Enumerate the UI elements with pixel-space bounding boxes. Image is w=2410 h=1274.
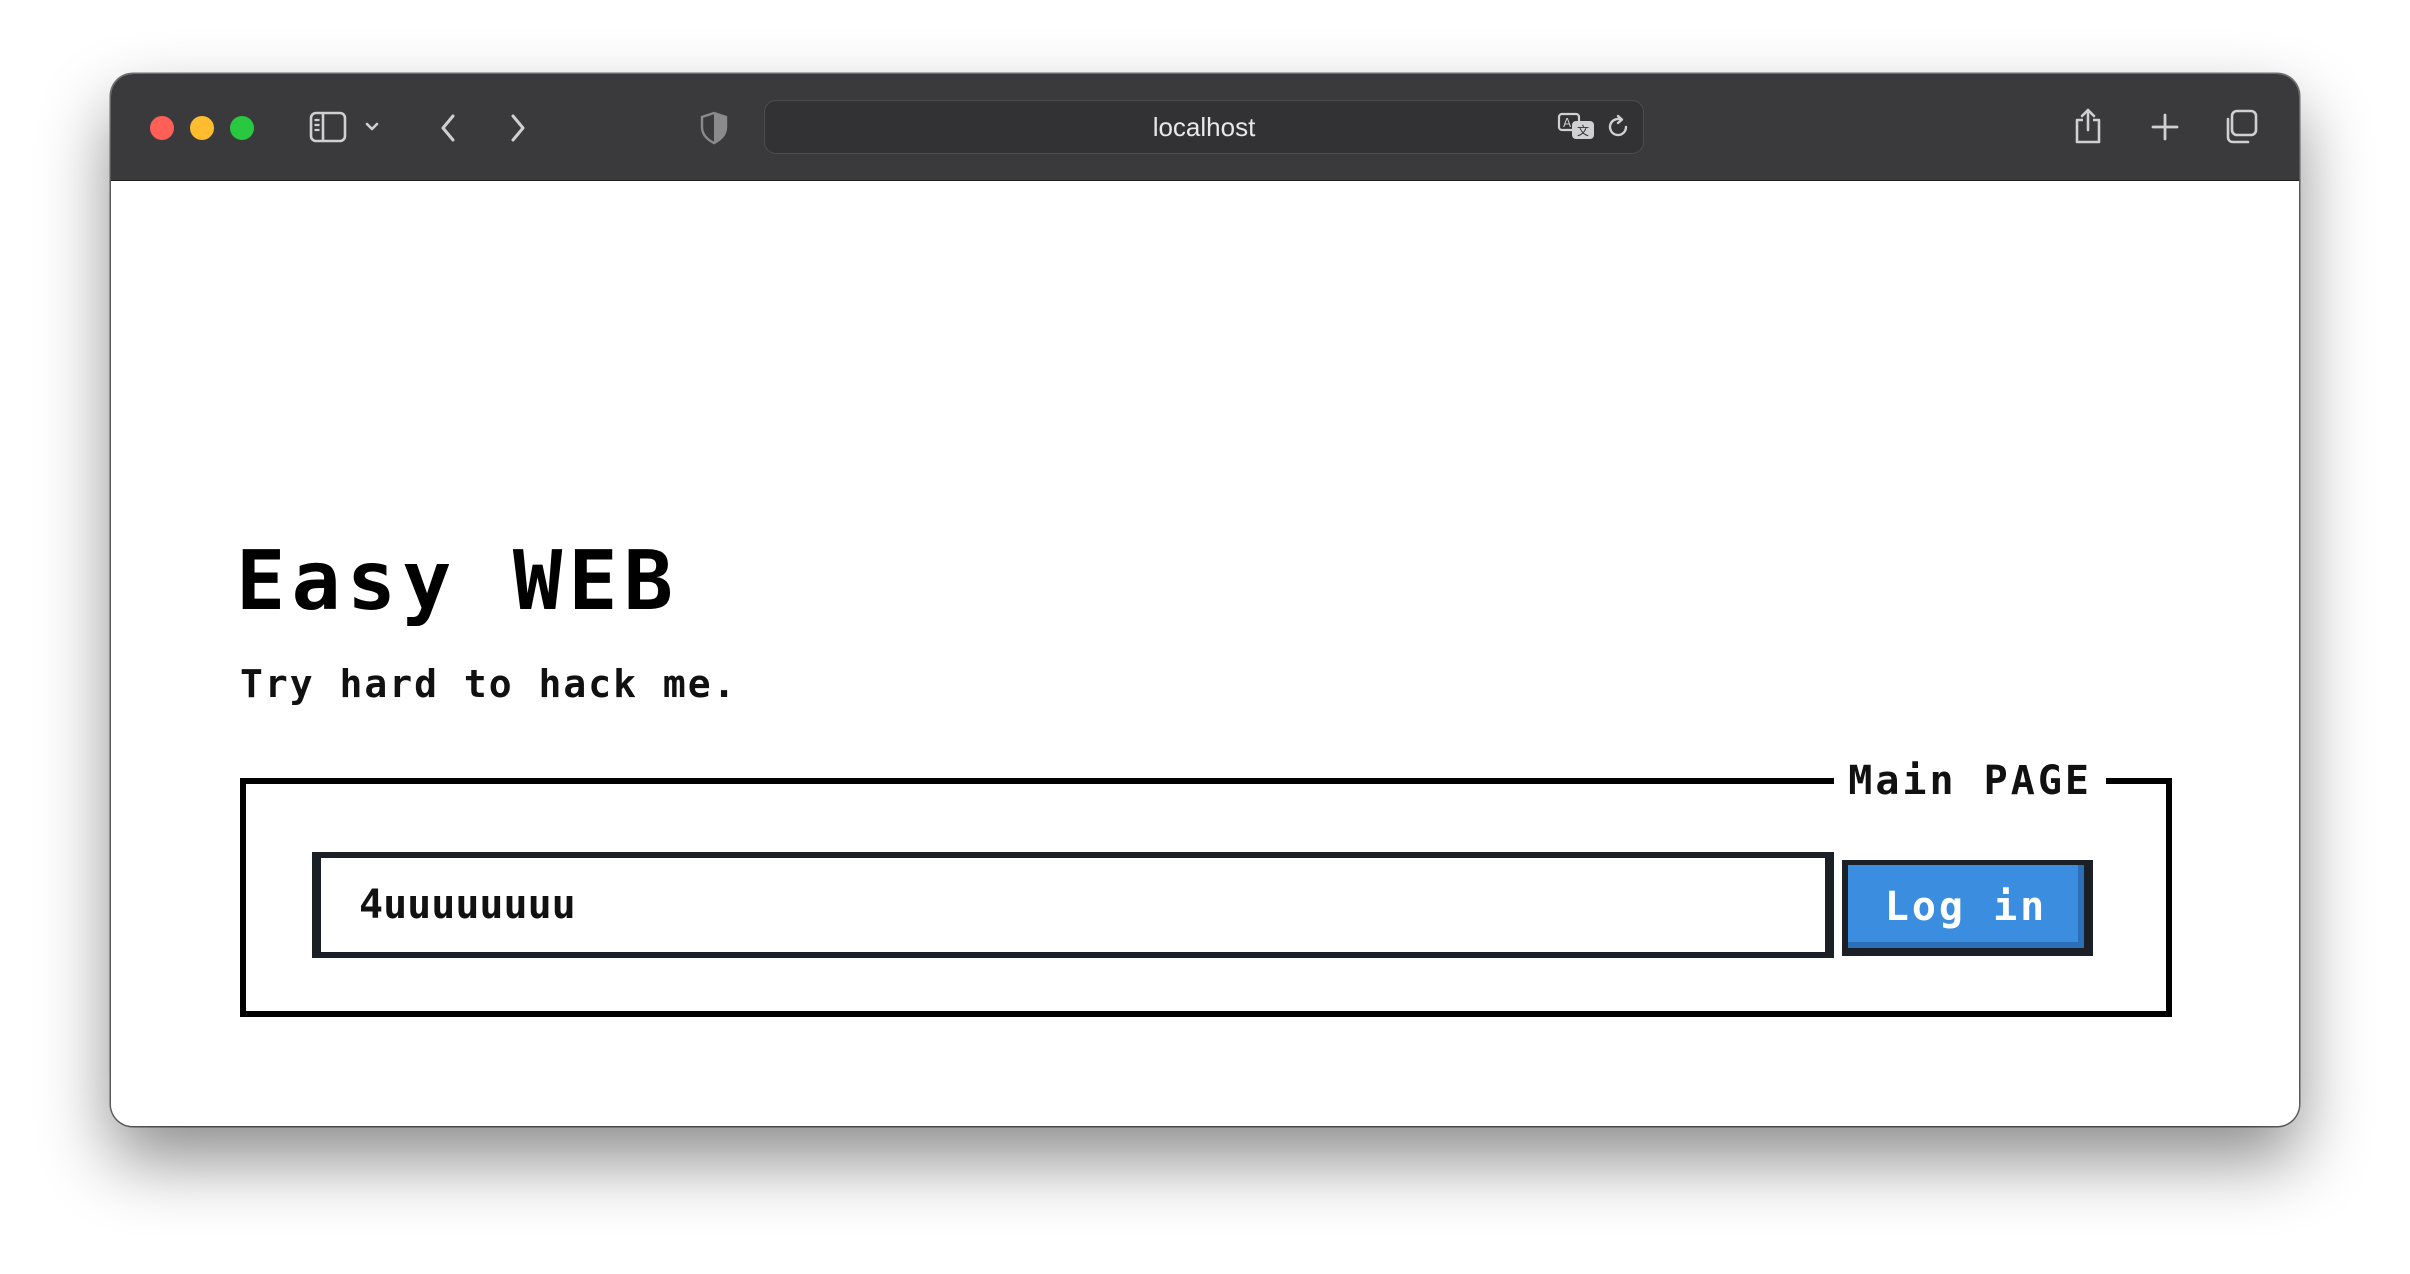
chevron-down-icon[interactable] bbox=[361, 117, 383, 137]
panel-legend: Main PAGE bbox=[1834, 756, 2106, 806]
sidebar-icon[interactable] bbox=[308, 110, 348, 144]
reload-icon[interactable] bbox=[1603, 112, 1633, 142]
svg-text:A: A bbox=[1563, 116, 1572, 130]
text-input[interactable] bbox=[312, 852, 1834, 958]
login-button[interactable]: Log in bbox=[1842, 860, 2093, 956]
page-content: Easy WEB Try hard to hack me. Main PAGE … bbox=[111, 181, 2299, 1126]
page-subtitle: Try hard to hack me. bbox=[240, 662, 738, 706]
translate-icon[interactable]: A 文 bbox=[1557, 111, 1597, 143]
address-text[interactable]: localhost bbox=[765, 101, 1643, 153]
chevron-left-icon[interactable] bbox=[433, 110, 463, 146]
chevron-right-icon[interactable] bbox=[503, 110, 533, 146]
tabs-icon[interactable] bbox=[2221, 108, 2259, 146]
share-icon[interactable] bbox=[2071, 104, 2105, 148]
plus-icon[interactable] bbox=[2148, 110, 2182, 144]
close-window-button[interactable] bbox=[150, 116, 174, 140]
browser-toolbar: localhost A 文 bbox=[111, 74, 2299, 181]
page-title: Easy WEB bbox=[236, 534, 679, 629]
browser-window: localhost A 文 Easy WEB Try hard to hack … bbox=[111, 74, 2299, 1126]
address-bar[interactable]: localhost A 文 bbox=[764, 100, 1644, 154]
shield-icon[interactable] bbox=[699, 110, 729, 146]
svg-text:文: 文 bbox=[1577, 123, 1589, 138]
minimize-window-button[interactable] bbox=[190, 116, 214, 140]
main-page-panel: Main PAGE Log in bbox=[240, 756, 2172, 1017]
zoom-window-button[interactable] bbox=[230, 116, 254, 140]
